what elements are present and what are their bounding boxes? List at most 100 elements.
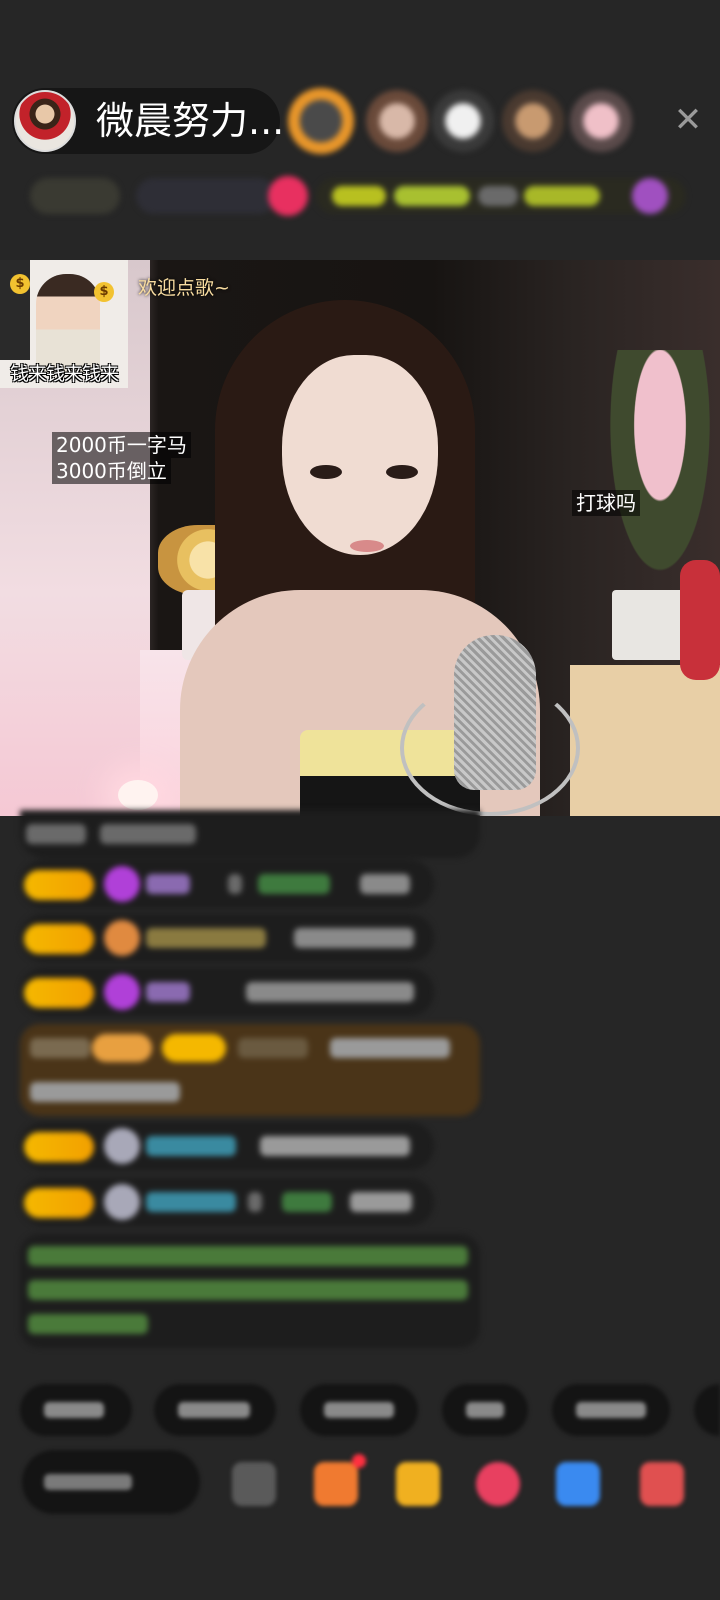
host-profile-pill[interactable]: 微晨努力...: [12, 88, 284, 154]
notification-dot: [352, 1454, 366, 1468]
user-avatar: [104, 1128, 140, 1164]
chat-message[interactable]: [20, 860, 434, 908]
live-header: 微晨努力... ✕: [0, 82, 720, 162]
chat-username: [146, 1192, 236, 1212]
comment-placeholder: [44, 1474, 132, 1490]
chat-text: [282, 1192, 332, 1212]
chat-text: [26, 824, 86, 844]
level-badge: [24, 978, 94, 1008]
notice-text-line-2: [28, 1280, 468, 1300]
price-line-2: 3000币倒立: [52, 458, 171, 484]
top-viewer-avatar-2[interactable]: [366, 90, 428, 152]
rank-chip[interactable]: [30, 178, 120, 214]
fan-badge-icon: [104, 920, 140, 956]
diamond-icon: [104, 866, 140, 902]
chat-username: [146, 982, 190, 1002]
chat-text: [260, 1136, 410, 1156]
chat-username: [146, 1136, 236, 1156]
quick-tag-3[interactable]: [300, 1384, 418, 1436]
welcome-text: 欢迎点歌~: [138, 277, 230, 299]
bottom-toolbar: [0, 1450, 720, 1530]
chat-text: [360, 874, 410, 894]
chat-list[interactable]: [0, 810, 720, 1356]
heart-gift-icon[interactable]: [476, 1462, 520, 1506]
activity-tag-4: [524, 186, 600, 206]
activity-tag-2: [394, 186, 470, 206]
chat-text: [248, 1192, 262, 1212]
level-badge: [24, 1132, 94, 1162]
chat-message[interactable]: [20, 968, 434, 1016]
user-avatar: [104, 1184, 140, 1220]
chat-text: [238, 1038, 308, 1058]
gift-chip[interactable]: [268, 176, 308, 216]
host-avatar[interactable]: [14, 90, 76, 152]
chat-message[interactable]: [20, 914, 434, 962]
top-viewer-avatar-4[interactable]: [502, 90, 564, 152]
streamer-eye-right: [386, 465, 418, 479]
host-name[interactable]: 微晨努力...: [96, 100, 284, 142]
side-caption: 打球吗: [572, 490, 640, 516]
top-viewer-avatar-3[interactable]: [432, 90, 494, 152]
fans-chip[interactable]: [136, 178, 276, 214]
top-viewer-avatar-5[interactable]: [570, 90, 632, 152]
level-badge: [24, 870, 94, 900]
gift-box-icon[interactable]: [314, 1462, 358, 1506]
system-notice: [20, 1234, 480, 1348]
quick-tag-text: [324, 1402, 394, 1418]
pink-lamp: [118, 780, 158, 810]
chat-message[interactable]: [20, 810, 480, 858]
chat-text: [330, 1038, 450, 1058]
activity-tag-1: [332, 186, 386, 206]
price-line-1: 2000币一字马: [52, 432, 191, 458]
quick-tag-1[interactable]: [20, 1384, 132, 1436]
quick-tag-4[interactable]: [442, 1384, 528, 1436]
activity-avatar[interactable]: [632, 178, 668, 214]
activity-tag-3: [478, 186, 518, 206]
top-viewer-avatar-1[interactable]: [288, 88, 354, 154]
meme-sticker: $ $ 钱来钱来钱来: [0, 260, 128, 388]
streamer-face: [282, 355, 438, 555]
chat-text: [294, 928, 414, 948]
chat-bubble-icon[interactable]: [556, 1462, 600, 1506]
emoji-icon[interactable]: [232, 1462, 276, 1506]
stats-row: [20, 172, 700, 222]
live-video[interactable]: $ $ 钱来钱来钱来 欢迎点歌~ 2000币一字马 3000币倒立 打球吗: [0, 260, 720, 816]
coin-icon: $: [10, 274, 30, 294]
sticker-baby: [36, 274, 100, 374]
chat-text: [228, 874, 242, 894]
notice-text-line-1: [28, 1246, 468, 1266]
quick-tag-text: [576, 1402, 646, 1418]
chat-username: [146, 928, 266, 948]
quick-tag-5[interactable]: [552, 1384, 670, 1436]
desk: [570, 665, 720, 816]
chat-text: [258, 874, 330, 894]
plush-toy: [680, 560, 720, 680]
quick-tag-6[interactable]: [694, 1384, 720, 1436]
quick-tag-text: [466, 1402, 504, 1418]
more-apps-icon[interactable]: [640, 1462, 684, 1506]
quick-tag-text: [44, 1402, 104, 1418]
quick-tag-text: [178, 1402, 250, 1418]
chat-message[interactable]: [20, 1178, 434, 1226]
fan-level-tag: [92, 1034, 152, 1062]
microphone: [454, 635, 536, 790]
quick-tag-2[interactable]: [154, 1384, 276, 1436]
coin-icon: $: [94, 282, 114, 302]
sticker-caption: 钱来钱来钱来: [9, 363, 119, 385]
chat-message-highlighted[interactable]: [20, 1024, 480, 1116]
comment-input[interactable]: [22, 1450, 200, 1514]
chat-text: [246, 982, 414, 1002]
level-badge: [24, 1188, 94, 1218]
level-badge: [162, 1034, 226, 1062]
streamer-eye-left: [310, 465, 342, 479]
quick-reply-tags: [0, 1384, 720, 1440]
red-packet-icon[interactable]: [396, 1462, 440, 1506]
diamond-icon: [104, 974, 140, 1010]
close-icon[interactable]: ✕: [668, 100, 708, 140]
chat-username: [146, 874, 190, 894]
chat-text: [30, 1082, 180, 1102]
notice-text-line-3: [28, 1314, 148, 1334]
chat-message[interactable]: [20, 1122, 434, 1170]
chat-username: [30, 1038, 90, 1058]
chat-text: [350, 1192, 412, 1212]
